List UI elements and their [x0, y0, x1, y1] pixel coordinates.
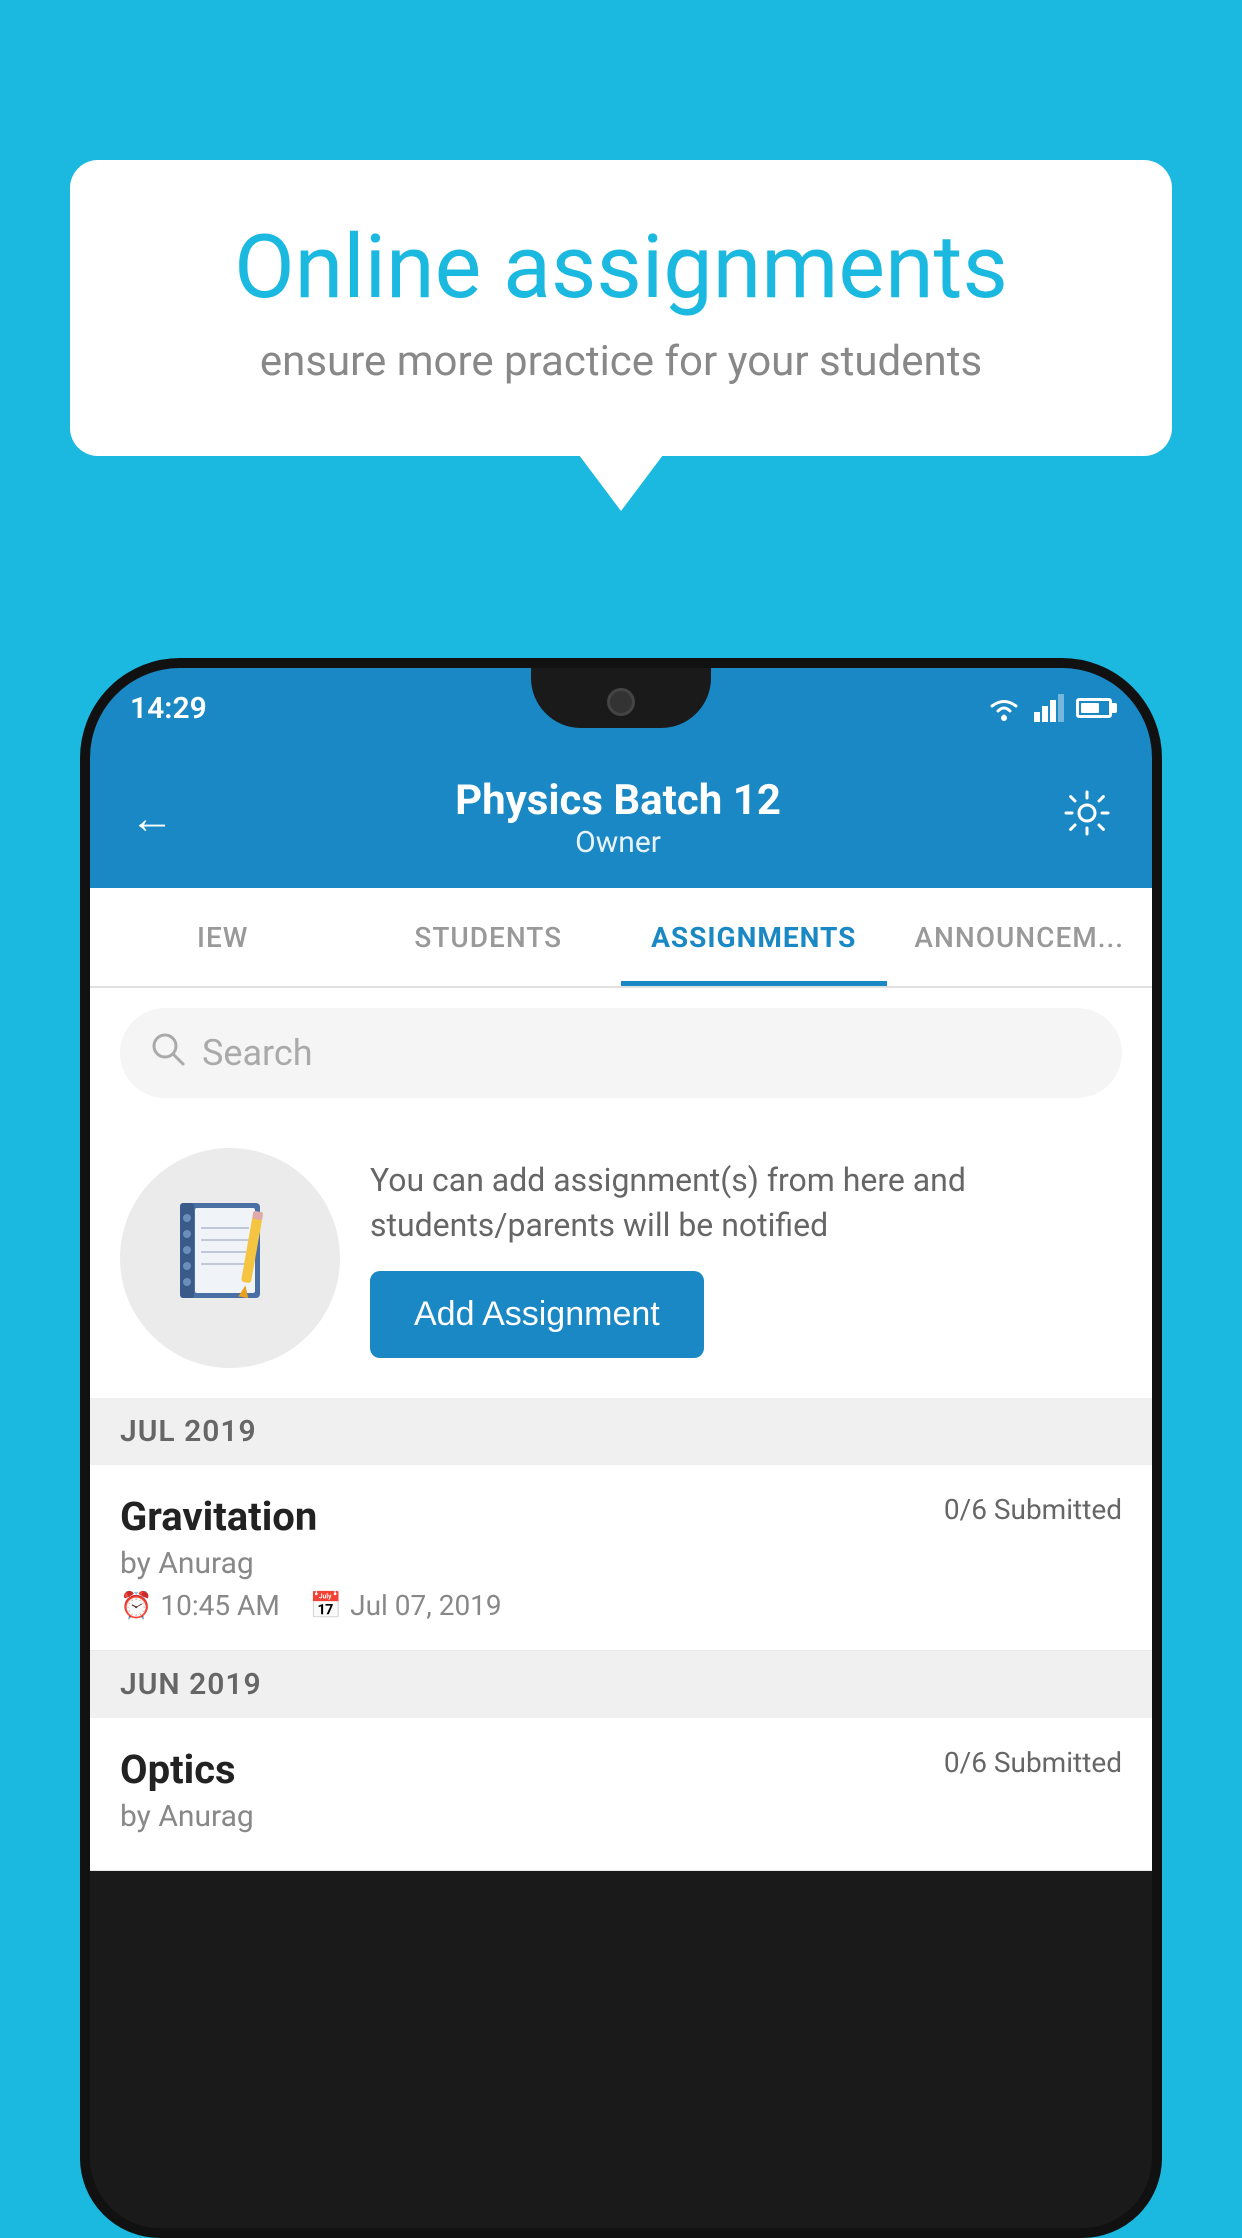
back-button[interactable]: ← — [130, 792, 174, 844]
assignment-status-gravitation: 0/6 Submitted — [944, 1493, 1122, 1526]
status-time: 14:29 — [130, 691, 207, 726]
settings-button[interactable] — [1062, 788, 1112, 849]
search-bar[interactable]: Search — [120, 1008, 1122, 1098]
assignment-item-optics[interactable]: Optics 0/6 Submitted by Anurag — [90, 1718, 1152, 1871]
info-card: Online assignments ensure more practice … — [70, 160, 1172, 456]
assignment-meta-gravitation: ⏰ 10:45 AM 📅 Jul 07, 2019 — [120, 1589, 1122, 1622]
status-icons — [986, 694, 1112, 722]
assignment-time: 10:45 AM — [160, 1589, 279, 1622]
battery-icon — [1076, 698, 1112, 718]
add-assignment-button[interactable]: Add Assignment — [370, 1271, 704, 1358]
phone-notch — [531, 668, 711, 728]
assignment-illustration — [120, 1148, 340, 1368]
info-card-subtitle: ensure more practice for your students — [140, 337, 1102, 386]
search-bar-container: Search — [90, 988, 1152, 1118]
search-icon — [150, 1031, 186, 1076]
assignment-name-optics: Optics — [120, 1746, 236, 1793]
tab-view[interactable]: IEW — [90, 888, 356, 986]
tab-announcements[interactable]: ANNOUNCEM... — [887, 888, 1153, 986]
calendar-icon: 📅 — [310, 1591, 342, 1621]
header-title-area: Physics Batch 12 Owner — [455, 776, 781, 860]
assignment-author-optics: by Anurag — [120, 1799, 1122, 1834]
status-bar: 14:29 — [90, 668, 1152, 748]
wifi-icon — [986, 694, 1022, 722]
add-assignment-text: You can add assignment(s) from here and … — [370, 1158, 1122, 1359]
section-header-jul: JUL 2019 — [90, 1398, 1152, 1465]
assignment-status-optics: 0/6 Submitted — [944, 1746, 1122, 1779]
tab-students[interactable]: STUDENTS — [356, 888, 622, 986]
section-jul2019: JUL 2019 Gravitation 0/6 Submitted by An… — [90, 1398, 1152, 1651]
app-header: ← Physics Batch 12 Owner — [90, 748, 1152, 888]
search-placeholder: Search — [202, 1032, 313, 1074]
add-assignment-card: You can add assignment(s) from here and … — [90, 1118, 1152, 1398]
section-jun2019: JUN 2019 Optics 0/6 Submitted by Anurag — [90, 1651, 1152, 1871]
phone-frame: 14:29 ← — [80, 658, 1162, 2238]
assignment-author-gravitation: by Anurag — [120, 1546, 1122, 1581]
tab-bar: IEW STUDENTS ASSIGNMENTS ANNOUNCEM... — [90, 888, 1152, 988]
assignment-date: Jul 07, 2019 — [350, 1589, 502, 1622]
header-title: Physics Batch 12 — [455, 776, 781, 825]
assignment-name-gravitation: Gravitation — [120, 1493, 317, 1540]
phone-content: Search — [90, 988, 1152, 1871]
assignment-item-gravitation[interactable]: Gravitation 0/6 Submitted by Anurag ⏰ 10… — [90, 1465, 1152, 1651]
info-card-title: Online assignments — [140, 220, 1102, 317]
add-assignment-desc: You can add assignment(s) from here and … — [370, 1158, 1122, 1248]
header-subtitle: Owner — [455, 825, 781, 860]
clock-icon: ⏰ — [120, 1591, 152, 1621]
tab-assignments[interactable]: ASSIGNMENTS — [621, 888, 887, 986]
assignment-date-piece: 📅 Jul 07, 2019 — [310, 1589, 502, 1622]
notebook-icon — [175, 1198, 285, 1318]
signal-icon — [1034, 694, 1064, 722]
notch-camera — [607, 688, 635, 716]
section-header-jun: JUN 2019 — [90, 1651, 1152, 1718]
assignment-time-piece: ⏰ 10:45 AM — [120, 1589, 280, 1622]
